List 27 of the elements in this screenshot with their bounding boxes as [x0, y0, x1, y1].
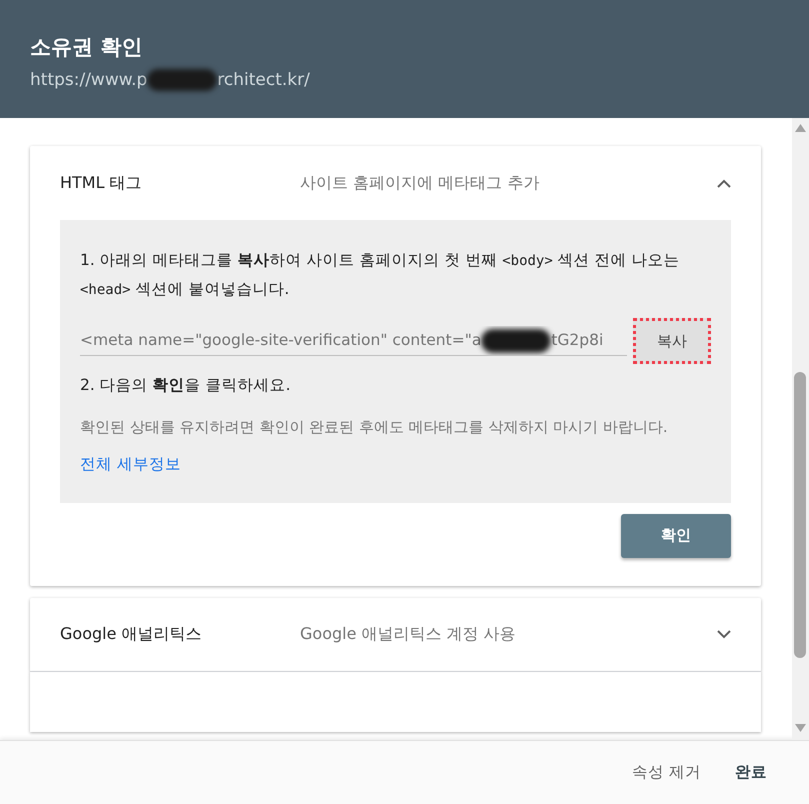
- scroll-down-icon[interactable]: [795, 724, 806, 732]
- scroll-up-icon[interactable]: [795, 124, 806, 132]
- dialog-title: 소유권 확인: [30, 34, 144, 61]
- meta-tag-text: <meta name="google-site-verification" content="a: [80, 330, 482, 351]
- chevron-down-icon[interactable]: [717, 630, 731, 638]
- instruction-step: 2. 다음의 확인을 클릭하세요.: [80, 374, 711, 398]
- method-description: Google 애널리틱스 계정 사용: [300, 623, 517, 645]
- meta-tag-text: tG2p8i: [551, 330, 604, 351]
- site-url: https://www.p: [30, 68, 148, 92]
- site-url: rchitect.kr/: [217, 68, 310, 92]
- redaction-blur: [481, 328, 552, 352]
- method-header[interactable]: HTML 태그 사이트 홈페이지에 메타태그 추가: [30, 146, 761, 220]
- chevron-up-icon[interactable]: [717, 178, 731, 188]
- meta-tag-field[interactable]: <meta name="google-site-verification" content="a tG2p8i: [80, 326, 627, 356]
- method-name: Google 애널리틱스: [60, 623, 203, 645]
- details-link[interactable]: 전체 세부정보: [80, 453, 181, 476]
- method-name: HTML 태그: [60, 172, 143, 194]
- copy-button[interactable]: 복사: [633, 318, 711, 364]
- verify-button[interactable]: 확인: [621, 514, 731, 558]
- done-button[interactable]: 완료: [723, 754, 779, 790]
- instruction-step: 1. 아래의 메타태그를 복사하여 사이트 홈페이지의 첫 번째 <body> 섹션 전에 나오는 <head> 섹션에 붙여넣습니다.: [80, 246, 711, 304]
- instruction-note: 확인된 상태를 유지하려면 확인이 완료된 후에도 메타태그를 삭제하지 마시기 바랍니다.: [80, 417, 669, 438]
- scrollbar-thumb[interactable]: [794, 372, 806, 658]
- redaction-blur: [147, 69, 218, 92]
- scrollbar[interactable]: [792, 118, 809, 740]
- remove-property-button[interactable]: 속성 제거: [620, 754, 713, 790]
- method-description: 사이트 홈페이지에 메타태그 추가: [300, 172, 540, 194]
